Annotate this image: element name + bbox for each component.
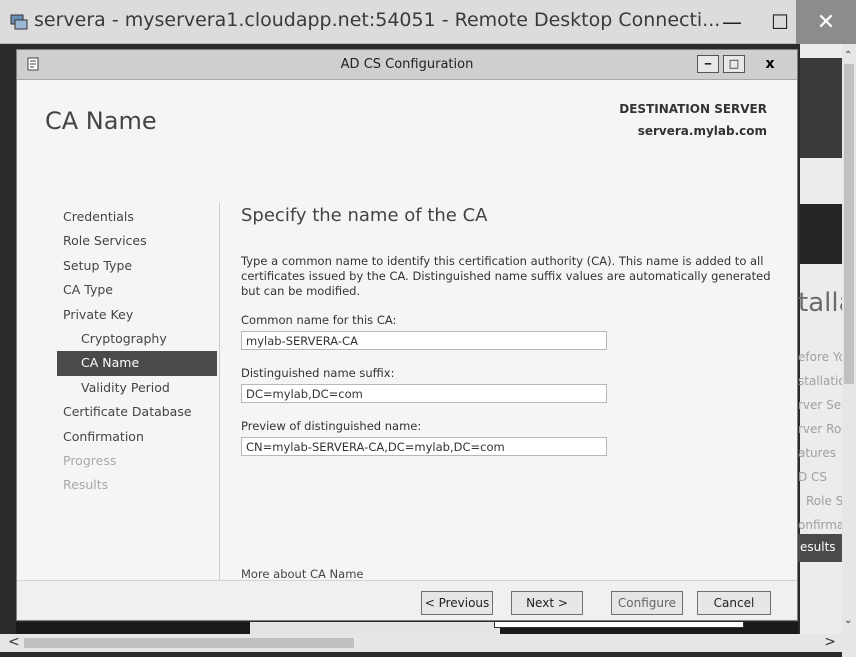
nav-item-confirmation[interactable]: Confirmation <box>17 425 221 449</box>
rdp-minimize-button[interactable]: — <box>708 0 756 44</box>
rdp-close-button[interactable]: ✕ <box>796 0 856 44</box>
remote-desktop-area: talla efore Yo stallatio rver Se rver Ro… <box>0 44 856 657</box>
background-dark-panel <box>800 58 842 158</box>
more-about-ca-name-link[interactable]: More about CA Name <box>241 567 363 581</box>
remote-desktop-icon <box>10 14 28 30</box>
vertical-scrollbar[interactable]: ⌃ ⌄ <box>842 44 856 634</box>
preview-dn-field: CN=mylab-SERVERA-CA,DC=mylab,DC=com <box>241 437 607 456</box>
dialog-content: CA Name DESTINATION SERVER servera.mylab… <box>17 81 797 597</box>
nav-item-private-key[interactable]: Private Key <box>17 303 221 327</box>
dn-suffix-label: Distinguished name suffix: <box>241 366 395 380</box>
section-heading: Specify the name of the CA <box>241 205 488 226</box>
nav-item-credentials[interactable]: Credentials <box>17 205 221 229</box>
horizontal-scrollbar[interactable]: < > <box>0 634 842 652</box>
background-item: rver Se <box>798 398 842 412</box>
dn-suffix-input[interactable]: DC=mylab,DC=com <box>241 384 607 403</box>
background-item: rver Ro <box>798 422 842 436</box>
destination-server-label: DESTINATION SERVER <box>619 102 767 116</box>
scroll-left-icon[interactable]: < <box>8 634 20 650</box>
scroll-up-icon[interactable]: ⌃ <box>844 50 852 61</box>
destination-server-name: servera.mylab.com <box>637 124 767 138</box>
dialog-title: AD CS Configuration <box>340 57 474 72</box>
cancel-button[interactable]: Cancel <box>697 591 771 615</box>
description-text: Type a common name to identify this cert… <box>241 254 771 298</box>
nav-item-certificate-database[interactable]: Certificate Database <box>17 400 221 424</box>
rdp-titlebar: servera - myservera1.cloudapp.net:54051 … <box>0 0 856 44</box>
nav-divider <box>219 203 220 597</box>
nav-item-results: Results <box>63 477 109 493</box>
background-item: Role S <box>806 494 844 508</box>
background-strip <box>800 204 842 264</box>
nav-item-role-services[interactable]: Role Services <box>17 229 221 253</box>
configure-button[interactable]: Configure <box>611 591 683 615</box>
dialog-titlebar: AD CS Configuration ‒ □ x <box>17 50 797 80</box>
horizontal-scroll-thumb[interactable] <box>24 638 354 648</box>
dialog-maximize-button[interactable]: □ <box>723 55 745 73</box>
common-name-label: Common name for this CA: <box>241 313 397 327</box>
scrollbar-corner <box>842 634 856 657</box>
dialog-minimize-button[interactable]: ‒ <box>697 55 719 73</box>
nav-item-progress: Progress <box>63 452 117 468</box>
main-panel: Specify the name of the CA Type a common… <box>241 205 781 472</box>
wizard-nav: Credentials Role Services Setup Type CA … <box>17 205 221 498</box>
common-name-input[interactable]: mylab-SERVERA-CA <box>241 331 607 350</box>
background-item: atures <box>798 446 836 460</box>
nav-item-validity-period[interactable]: Validity Period <box>17 376 221 400</box>
dialog-footer: < Previous Next > Configure Cancel <box>17 580 797 620</box>
scroll-right-icon[interactable]: > <box>824 634 836 650</box>
background-item: onfirma <box>798 518 845 532</box>
nav-item-setup-type[interactable]: Setup Type <box>17 254 221 278</box>
page-title: CA Name <box>45 107 157 135</box>
background-item: stallatio <box>798 374 846 388</box>
nav-item-ca-name[interactable]: CA Name <box>57 351 217 376</box>
scroll-down-icon[interactable]: ⌄ <box>844 615 852 626</box>
preview-dn-label: Preview of distinguished name: <box>241 419 422 433</box>
background-item: D CS <box>798 470 828 484</box>
vertical-scroll-thumb[interactable] <box>844 64 854 384</box>
background-results-item: esults <box>796 534 842 562</box>
dialog-close-button[interactable]: x <box>749 55 791 73</box>
next-button[interactable]: Next > <box>511 591 583 615</box>
background-window-bottom <box>16 622 798 634</box>
previous-button[interactable]: < Previous <box>421 591 493 615</box>
nav-item-ca-type[interactable]: CA Type <box>17 278 221 302</box>
adcs-configuration-dialog: AD CS Configuration ‒ □ x CA Name DESTIN… <box>16 49 798 621</box>
rdp-window-title: servera - myservera1.cloudapp.net:54051 … <box>34 9 721 31</box>
nav-item-cryptography[interactable]: Cryptography <box>17 327 221 351</box>
background-item: efore Yo <box>798 350 846 364</box>
